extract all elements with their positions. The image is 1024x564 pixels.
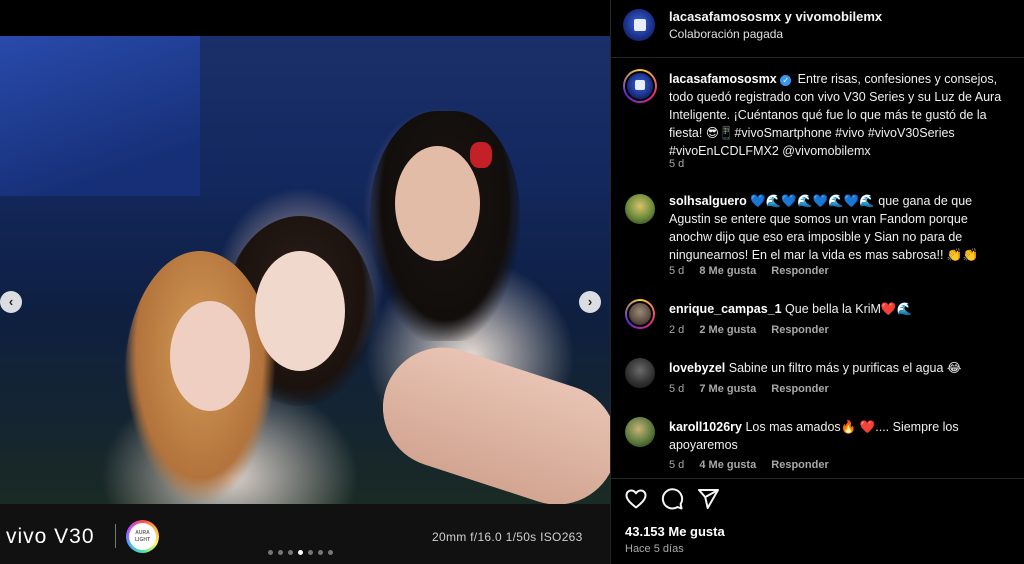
reply-button[interactable]: Responder: [771, 265, 828, 277]
carousel-dot[interactable]: [268, 550, 273, 555]
background-stage: [0, 36, 200, 196]
carousel-dot[interactable]: [318, 550, 323, 555]
comment: karoll1026ry Los mas amados🔥 ❤️.... Siem…: [669, 418, 1014, 454]
comment-likes[interactable]: 2 Me gusta: [699, 324, 756, 336]
comment-meta: 5 d 4 Me gusta Responder: [669, 459, 829, 471]
camera-specs: 20mm f/16.0 1/50s ISO263: [432, 530, 583, 544]
post-side-panel: lacasafamososmx y vivomobilemx Colaborac…: [610, 0, 1024, 564]
comment-text: Sabine un filtro más y purificas el agua…: [728, 361, 962, 375]
post-media: ‹ › vivo V30 AURA LIGHT 20mm f/16.0 1/50…: [0, 0, 610, 564]
carousel-dot[interactable]: [288, 550, 293, 555]
reply-button[interactable]: Responder: [771, 324, 828, 336]
camera-brand: vivo V30: [6, 525, 95, 548]
heart-icon[interactable]: [624, 487, 648, 511]
caption: lacasafamososmx ✓ Entre risas, confesion…: [669, 70, 1014, 160]
comment-meta: 5 d 8 Me gusta Responder: [669, 265, 829, 277]
comment-age: 2 d: [669, 324, 685, 336]
comment: enrique_campas_1 Que bella la KriM❤️🌊: [669, 300, 1014, 318]
comment: solhsalguero 💙🌊💙🌊💙🌊💙🌊 que gana de que Ag…: [669, 192, 1014, 264]
reply-button[interactable]: Responder: [771, 459, 828, 471]
chevron-left-icon[interactable]: ‹: [0, 291, 22, 313]
avatar[interactable]: [625, 358, 655, 388]
comment: lovebyzel Sabine un filtro más y purific…: [669, 359, 1014, 377]
avatar[interactable]: [623, 69, 657, 103]
chevron-right-icon[interactable]: ›: [579, 291, 601, 313]
avatar[interactable]: [623, 9, 655, 41]
caption-age: 5 d: [669, 158, 685, 170]
person-right-face: [395, 146, 480, 261]
red-bow: [470, 142, 492, 168]
carousel-dot[interactable]: [328, 550, 333, 555]
reply-button[interactable]: Responder: [771, 383, 828, 395]
post-photo[interactable]: [0, 36, 610, 504]
comment-icon[interactable]: [660, 487, 684, 511]
comment-age: 5 d: [669, 459, 685, 471]
avatar[interactable]: [625, 194, 655, 224]
aura-light-label: AURA LIGHT: [129, 523, 156, 550]
comment-age: 5 d: [669, 265, 685, 277]
post-authors[interactable]: lacasafamososmx y vivomobilemx: [669, 9, 882, 24]
comment-likes[interactable]: 7 Me gusta: [699, 383, 756, 395]
comment-age: 5 d: [669, 383, 685, 395]
post-header: lacasafamososmx y vivomobilemx Colaborac…: [611, 0, 1024, 58]
post-time: Hace 5 días: [625, 543, 684, 555]
aura-light-logo: AURA LIGHT: [126, 520, 159, 553]
avatar[interactable]: [625, 299, 655, 329]
comment-meta: 2 d 2 Me gusta Responder: [669, 324, 829, 336]
carousel-dots: [268, 550, 333, 555]
comment-username[interactable]: lovebyzel: [669, 361, 725, 375]
avatar[interactable]: [625, 417, 655, 447]
carousel-dot[interactable]: [308, 550, 313, 555]
brand-divider: [115, 524, 116, 548]
person-left-face: [170, 301, 250, 411]
selfie-arm: [367, 331, 610, 504]
post-actions: 43.153 Me gusta Hace 5 días: [611, 478, 1024, 564]
comment-username[interactable]: karoll1026ry: [669, 420, 742, 434]
comment-meta: 5 d 7 Me gusta Responder: [669, 383, 829, 395]
carousel-dot[interactable]: [298, 550, 303, 555]
like-count[interactable]: 43.153 Me gusta: [625, 524, 725, 539]
verified-icon: ✓: [780, 75, 792, 86]
comment-username[interactable]: solhsalguero: [669, 194, 747, 208]
comment-likes[interactable]: 8 Me gusta: [699, 265, 756, 277]
comment-likes[interactable]: 4 Me gusta: [699, 459, 756, 471]
carousel-dot[interactable]: [278, 550, 283, 555]
comment-username[interactable]: enrique_campas_1: [669, 302, 782, 316]
share-icon[interactable]: [696, 487, 720, 511]
person-center-face: [255, 251, 345, 371]
comment-text: Que bella la KriM❤️🌊: [785, 302, 913, 316]
paid-partnership-label: Colaboración pagada: [669, 27, 784, 41]
caption-username[interactable]: lacasafamososmx: [669, 72, 777, 86]
